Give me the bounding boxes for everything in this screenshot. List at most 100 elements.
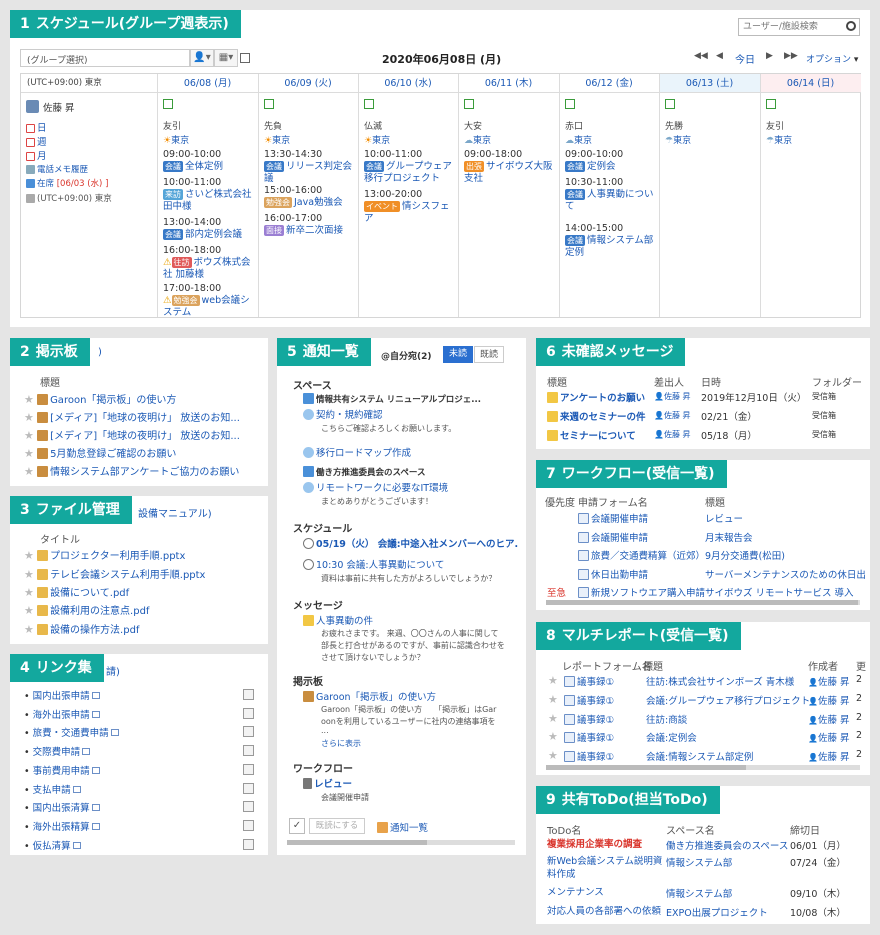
next-week-icon[interactable]: ▶▶ [784,51,798,61]
tab-unread[interactable]: 未読 [443,346,473,363]
horizontal-scrollbar[interactable] [287,840,515,845]
workflow-form[interactable]: 会議開催申請 [578,511,648,525]
add-schedule-icon[interactable] [464,99,474,109]
notification-list-link[interactable]: 通知一覧 [377,820,428,834]
star-icon[interactable]: ★ [24,429,34,442]
user-link-month[interactable]: 月 [26,148,47,162]
report-form[interactable]: 議事録① [564,730,614,744]
search-icon[interactable] [846,21,856,31]
add-schedule-icon[interactable] [264,99,274,109]
todo-space[interactable]: 情報システム部 [666,886,732,900]
workflow-form[interactable]: 新規ソフトウエア購入申請 [578,585,705,599]
report-subject[interactable]: 往訪:商談 [646,712,687,726]
user-link-week[interactable]: 週 [26,134,47,148]
report-form[interactable]: 議事録① [564,693,614,707]
event[interactable]: 09:00-10:00 会議 全体定例 [163,149,255,173]
workflow-form[interactable]: 旅費／交通費精算（近郊） [578,548,705,562]
workflow-form[interactable]: 休日出勤申請 [578,567,648,581]
star-icon[interactable]: ★ [24,465,34,478]
select-all-checkbox[interactable]: ✓ [289,818,305,834]
list-item[interactable]: ★ 設備の操作方法.pdf [24,621,139,636]
message-row[interactable]: アンケートのお願い [547,390,645,404]
day-header[interactable]: 06/10 (水) [358,74,458,93]
add-schedule-icon[interactable] [665,99,675,109]
report-author[interactable]: 👤佐藤 昇 [808,693,850,707]
show-more-link[interactable]: さらに表示 [321,738,361,749]
star-icon[interactable]: ★ [24,604,34,617]
list-item[interactable]: ★ Garoon「掲示板」の使い方 [24,391,176,406]
event[interactable]: 09:00-18:00 出張 サイボウズ大阪支社 [464,149,556,185]
event[interactable]: 09:00-10:00 会議 定例会 [565,149,657,173]
list-item[interactable]: ★ [メディア]「地球の夜明け」 放送のお知... [24,409,240,424]
star-icon[interactable]: ★ [24,549,34,562]
list-item[interactable]: ★ 設備利用の注意点.pdf [24,602,149,617]
report-author[interactable]: 👤佐藤 昇 [808,674,850,688]
todo-space[interactable]: 働き方推進委員会のスペース [666,838,788,852]
user-search-box[interactable] [738,18,860,36]
report-subject[interactable]: 会議:情報システム部定例 [646,749,753,763]
list-item[interactable]: ★ [メディア]「地球の夜明け」 放送のお知... [24,427,240,442]
next-day-icon[interactable]: ▶ [766,51,773,61]
workflow-subject[interactable]: レビュー [705,511,865,525]
list-item[interactable]: ★ 5月勤怠登録ご確認のお願い [24,445,176,460]
link-item[interactable]: • 国内出張申請 [24,688,100,702]
today-button[interactable]: 今日 [735,51,755,66]
report-subject[interactable]: 会議:グループウェア移行プロジェクト [646,693,810,707]
option-menu[interactable]: オプション ▾ [806,52,858,65]
event[interactable]: 10:30-11:00 会議 人事異動について [565,177,657,213]
sender[interactable]: 👤佐藤 昇 [654,429,691,440]
sender[interactable]: 👤佐藤 昇 [654,391,691,402]
list-item[interactable]: ★ プロジェクター利用手順.pptx [24,547,185,562]
prev-week-icon[interactable]: ◀◀ [694,51,708,61]
link-preview-icon[interactable] [243,782,254,794]
link-item[interactable]: • 事前費用申請 [24,763,100,777]
add-schedule-icon[interactable] [565,99,575,109]
event[interactable]: 14:00-15:00 会議 情報システム部定例 [565,223,657,259]
report-author[interactable]: 👤佐藤 昇 [808,749,850,763]
link-preview-icon[interactable] [243,689,254,700]
link-preview-icon[interactable] [243,726,254,738]
user-link-day[interactable]: 日 [26,120,47,134]
link-preview-icon[interactable] [243,819,254,831]
todo-name[interactable]: 対応人員の各部署への依頼 [547,905,665,918]
workflow-subject[interactable]: サイボウズ リモートサービス 導入 [705,585,865,599]
event[interactable]: 13:00-14:00 会議 部内定例会議 [163,217,255,241]
notification-item[interactable]: 10:30 会議:人事異動について [303,557,444,571]
todo-name[interactable]: 複業採用企業率の調査 [547,838,665,851]
horizontal-scrollbar[interactable] [546,600,860,605]
star-icon[interactable]: ★ [24,586,34,599]
event[interactable]: 17:00-18:00 ⚠ 勉強会 web会議システム [163,283,255,319]
link-item[interactable]: • 海外出張申請 [24,707,100,721]
message-row[interactable]: セミナーについて [547,428,636,442]
link-preview-icon[interactable] [243,707,254,719]
todo-space[interactable]: 情報システム部 [666,855,732,869]
workflow-form[interactable]: 会議開催申請 [578,530,648,544]
facility-picker-button[interactable]: ▦▾ [214,49,238,67]
star-icon[interactable]: ★ [548,693,558,706]
list-item[interactable]: ★ 設備について.pdf [24,584,129,599]
notification-item[interactable]: 人事異動の件 [303,613,373,627]
user-search-input[interactable] [739,19,839,35]
list-item[interactable]: ★ テレビ会議システム利用手順.pptx [24,566,205,581]
user-picker-button[interactable]: 👤▾ [190,49,214,67]
list-item[interactable]: ★ 情報システム部アンケートご協力のお願い [24,463,239,478]
event[interactable]: 10:00-11:00 会議 グループウェア移行プロジェクト [364,149,456,185]
link-item[interactable]: • 旅費・交通費申請 [24,725,119,739]
message-row[interactable]: 来週のセミナーの件 [547,409,646,423]
link-item[interactable]: • 仮払清算 [24,838,81,852]
report-form[interactable]: 議事録① [564,749,614,763]
notification-item[interactable]: 契約・規約確認 [303,407,383,421]
prev-day-icon[interactable]: ◀ [716,51,723,61]
event[interactable]: 10:00-11:00 来訪 さいど株式会社 田中様 [163,177,255,213]
event[interactable]: 13:00-20:00 イベント 情シスフェア [364,189,456,225]
workflow-subject[interactable]: サーバーメンテナンスのための休日出 [705,567,865,581]
link-preview-icon[interactable] [243,763,254,775]
todo-space[interactable]: EXPO出展プロジェクト [666,905,768,919]
notification-item[interactable]: リモートワークに必要なIT環境 [303,480,448,494]
report-form[interactable]: 議事録① [564,712,614,726]
mark-read-button[interactable]: 既読にする [309,818,365,834]
star-icon[interactable]: ★ [24,393,34,406]
star-icon[interactable]: ★ [24,568,34,581]
day-header[interactable]: 06/11 (木) [458,74,559,93]
link-preview-icon[interactable] [243,745,254,757]
